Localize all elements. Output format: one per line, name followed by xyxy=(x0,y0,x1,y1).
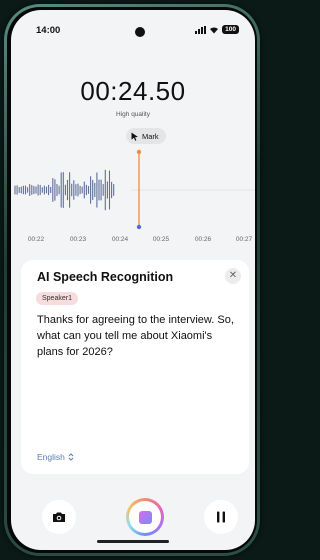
playhead-bottom-dot xyxy=(136,224,142,230)
chevron-updown-icon xyxy=(68,453,74,461)
record-button[interactable] xyxy=(126,498,164,536)
speaker-badge: Speaker1 xyxy=(36,292,78,305)
cursor-icon xyxy=(131,132,138,141)
home-indicator xyxy=(97,540,169,543)
battery-icon: 100 xyxy=(222,25,239,34)
front-camera xyxy=(135,27,145,37)
pause-icon xyxy=(217,511,225,523)
time-tick: 00:22 xyxy=(27,236,45,243)
waveform[interactable] xyxy=(11,145,255,235)
transcript-text: Thanks for agreeing to the interview. So… xyxy=(37,314,234,358)
time-tick: 00:23 xyxy=(69,236,87,243)
close-button[interactable]: ✕ xyxy=(225,268,241,284)
time-tick: 00:26 xyxy=(194,236,212,243)
screen: 14:00 100 00:24.50 High quality Mark 00:… xyxy=(11,10,255,550)
control-bar xyxy=(11,490,255,546)
time-tick: 00:25 xyxy=(152,236,170,243)
signal-icon xyxy=(195,25,207,34)
camera-button[interactable] xyxy=(42,500,76,534)
time-axis: 00:22 00:23 00:24 00:25 00:26 00:27 xyxy=(11,236,255,248)
language-label: English xyxy=(37,452,65,462)
time-tick: 00:24 xyxy=(111,236,129,243)
close-icon: ✕ xyxy=(228,270,238,281)
wifi-icon xyxy=(210,26,219,33)
elapsed-time: 00:24.50 xyxy=(80,76,186,106)
status-time: 14:00 xyxy=(36,25,61,36)
camera-icon xyxy=(53,512,65,522)
transcription-card: AI Speech Recognition ✕ Speaker1 Thanks … xyxy=(21,260,249,474)
language-selector[interactable]: English xyxy=(37,452,74,462)
stop-recording-icon xyxy=(138,510,152,524)
record-button-inner xyxy=(129,501,161,533)
status-icons: 100 xyxy=(195,25,239,34)
quality-label: High quality xyxy=(116,111,150,118)
status-bar: 14:00 100 xyxy=(11,10,255,40)
mark-label: Mark xyxy=(142,131,159,141)
card-title: AI Speech Recognition xyxy=(37,270,174,284)
pause-button[interactable] xyxy=(204,500,238,534)
mark-button[interactable]: Mark xyxy=(126,128,166,144)
playhead-top-dot xyxy=(136,149,142,155)
time-tick: 00:27 xyxy=(235,236,253,243)
